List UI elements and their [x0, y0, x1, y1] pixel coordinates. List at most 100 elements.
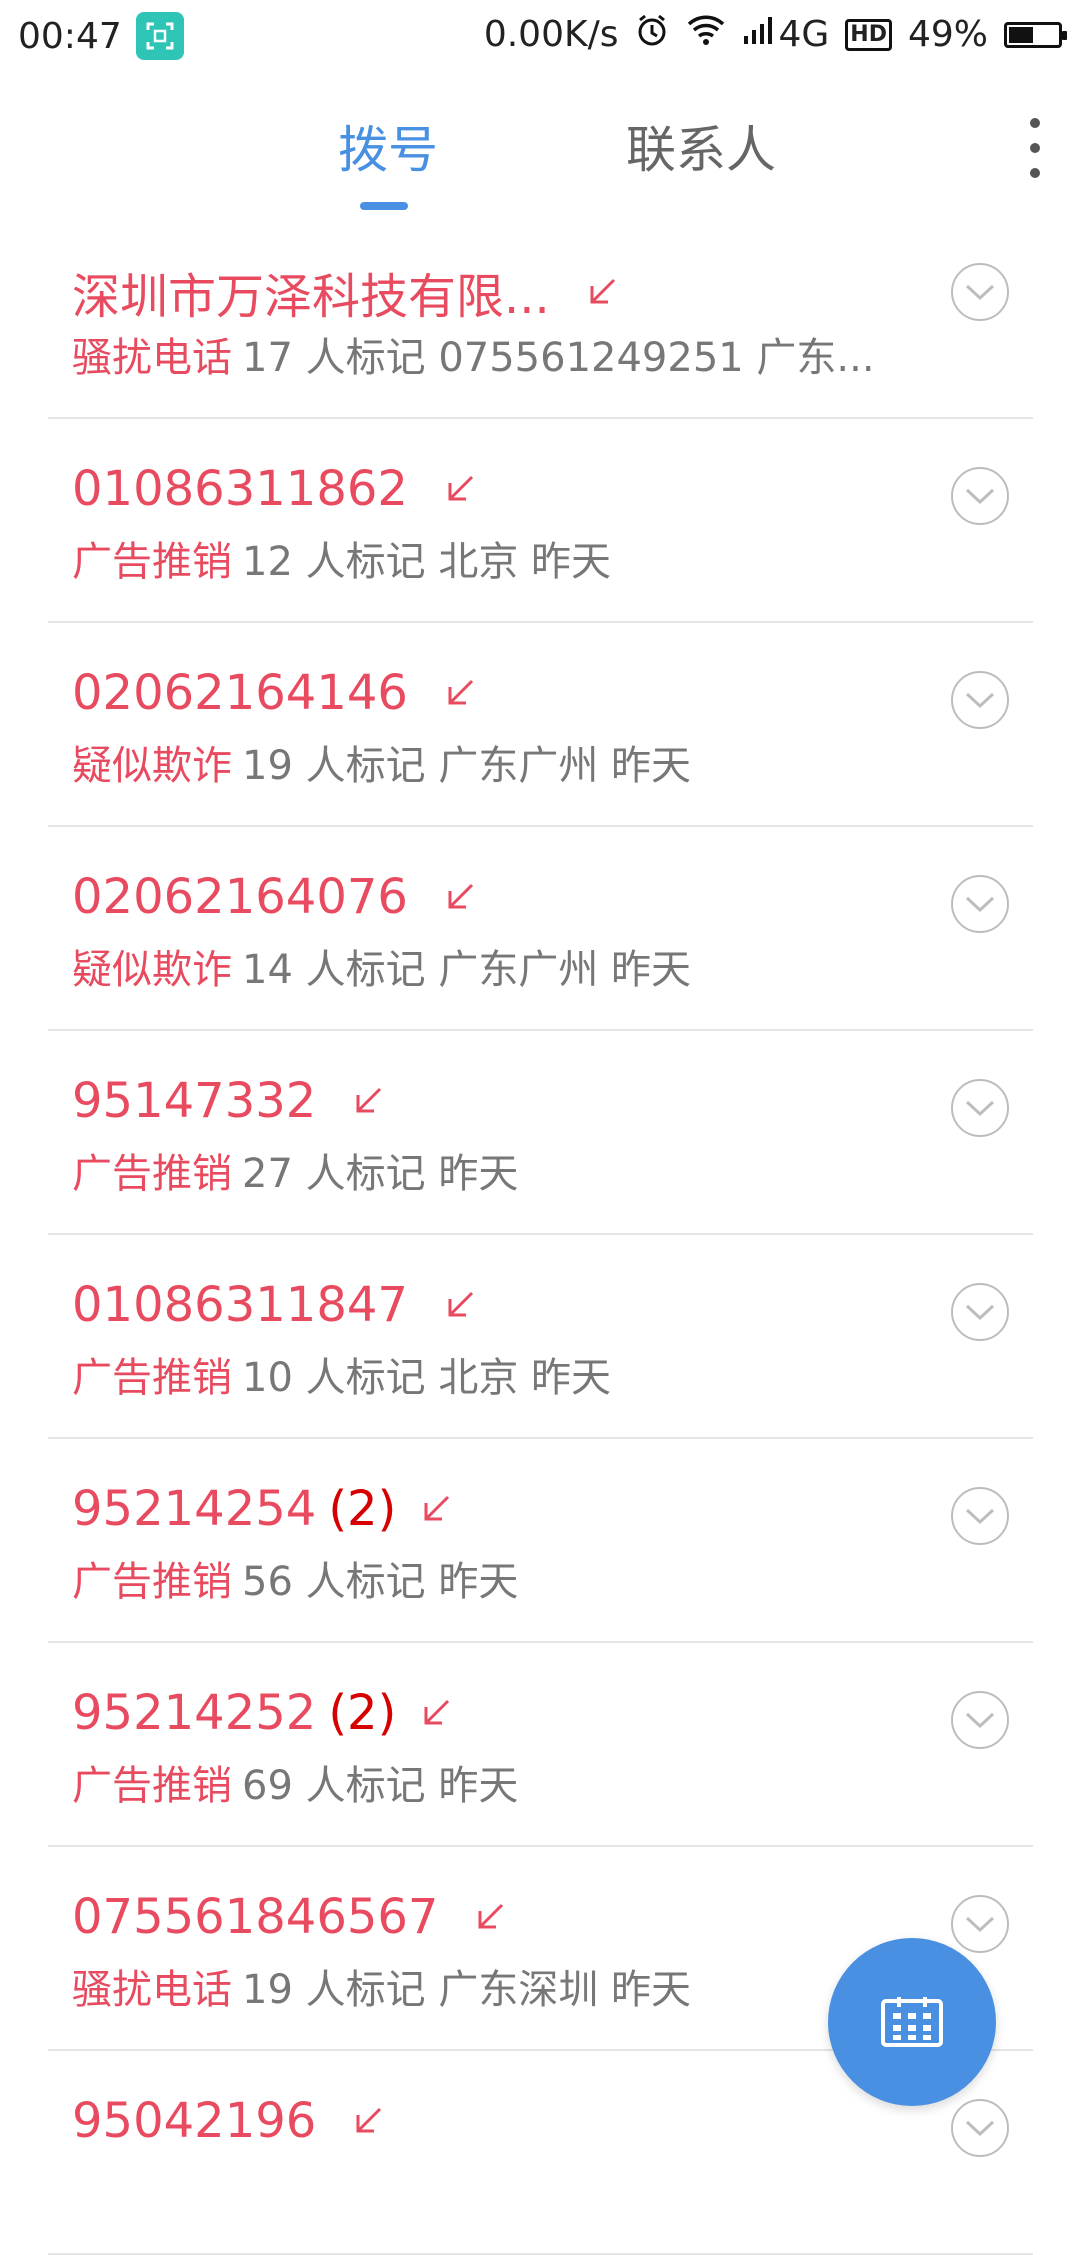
call-info: 56 人标记 昨天: [242, 1559, 519, 1605]
call-name: 01086311847: [72, 1277, 478, 1333]
wifi-icon: [686, 14, 726, 55]
battery-text: 49%: [907, 14, 988, 55]
call-name: 深圳市万泽科技有限...: [72, 257, 620, 327]
expand-button[interactable]: [951, 1283, 1009, 1341]
caller-number: 02062164146: [72, 665, 408, 721]
call-detail: 疑似欺诈 14 人标记 广东广州 昨天: [72, 937, 691, 995]
call-info: 17 人标记 075561249251 广东...: [242, 335, 875, 381]
call-log-row[interactable]: 95214254 (2) 广告推销 56 人标记 昨天: [48, 1439, 1033, 1643]
call-detail: 骚扰电话 19 人标记 广东深圳 昨天: [72, 1957, 691, 2015]
call-name: 075561846567: [72, 1889, 508, 1945]
missed-call-arrow-icon: [356, 1087, 382, 1113]
spam-tag: 疑似欺诈: [72, 743, 232, 789]
chevron-down-icon: [965, 896, 995, 913]
call-detail: 广告推销 27 人标记 昨天: [72, 1141, 518, 1199]
call-detail: 广告推销 10 人标记 北京 昨天: [72, 1345, 611, 1403]
tab-contacts[interactable]: 联系人: [626, 110, 776, 182]
call-detail: 疑似欺诈 19 人标记 广东广州 昨天: [72, 733, 691, 791]
status-right: 0.00K/s 4G HD 49%: [483, 12, 1067, 57]
expand-button[interactable]: [951, 671, 1009, 729]
call-log-row[interactable]: 95147332 广告推销 27 人标记 昨天: [48, 1031, 1033, 1235]
call-log-row[interactable]: 02062164076 疑似欺诈 14 人标记 广东广州 昨天: [48, 827, 1033, 1031]
spam-tag: 疑似欺诈: [72, 947, 232, 993]
missed-call-arrow-icon: [424, 1495, 450, 1521]
spam-tag: 骚扰电话: [72, 1967, 232, 2013]
call-count: (2): [328, 1685, 397, 1741]
status-bar: 00:47 0.00K/s 4G HD 49%: [0, 0, 1080, 72]
expand-button[interactable]: [951, 1691, 1009, 1749]
missed-call-arrow-icon: [590, 278, 615, 304]
spam-tag: 广告推销: [72, 1559, 232, 1605]
chevron-down-icon: [965, 284, 995, 301]
missed-call-arrow-icon: [478, 1903, 504, 1929]
tab-bar: 拨号 联系人: [0, 90, 1080, 220]
chevron-down-icon: [965, 1712, 995, 1729]
expand-button[interactable]: [951, 263, 1009, 321]
dialpad-icon: [881, 1997, 943, 2047]
spam-tag: 广告推销: [72, 1355, 232, 1401]
call-name: 95214254 (2): [72, 1481, 454, 1537]
call-info: 27 人标记 昨天: [242, 1151, 519, 1197]
caller-number: 075561846567: [72, 1889, 439, 1945]
expand-button[interactable]: [951, 1895, 1009, 1953]
chevron-down-icon: [965, 1100, 995, 1117]
signal-icon: [742, 14, 776, 55]
tab-indicator: [360, 202, 408, 210]
status-time: 00:47: [18, 15, 122, 57]
missed-call-arrow-icon: [448, 679, 473, 705]
call-log-row[interactable]: 01086311862 广告推销 12 人标记 北京 昨天: [48, 419, 1033, 623]
battery-icon: [1004, 21, 1067, 48]
expand-button[interactable]: [951, 2099, 1009, 2157]
expand-button[interactable]: [951, 467, 1009, 525]
dialpad-fab-button[interactable]: [828, 1938, 996, 2106]
call-detail: 广告推销 56 人标记 昨天: [72, 1549, 518, 1607]
caller-number: 95042196: [72, 2093, 317, 2149]
screenshot-icon: [135, 12, 184, 60]
call-log-row[interactable]: 01086311847 广告推销 10 人标记 北京 昨天: [48, 1235, 1033, 1439]
chevron-down-icon: [965, 692, 995, 709]
spam-tag: 骚扰电话: [72, 335, 232, 381]
caller-number: 95214254: [72, 1481, 317, 1537]
call-name: 95042196: [72, 2093, 386, 2149]
call-detail: 骚扰电话 17 人标记 075561249251 广东...: [72, 325, 875, 383]
call-info: 19 人标记 广东广州 昨天: [242, 743, 692, 789]
call-name: 02062164146: [72, 665, 478, 721]
battery-level: [1009, 26, 1033, 43]
expand-button[interactable]: [951, 1079, 1009, 1137]
call-detail: 广告推销 69 人标记 昨天: [72, 1753, 518, 1811]
chevron-down-icon: [965, 488, 995, 505]
caller-number: 95147332: [72, 1073, 317, 1129]
chevron-down-icon: [965, 2120, 995, 2137]
call-name: 95147332: [72, 1073, 386, 1129]
net-speed: 0.00K/s: [483, 14, 619, 55]
call-name: 95214252 (2): [72, 1685, 454, 1741]
expand-button[interactable]: [951, 1487, 1009, 1545]
call-detail: 广告推销 12 人标记 北京 昨天: [72, 529, 611, 587]
more-vertical-icon: [1030, 118, 1040, 128]
missed-call-arrow-icon: [448, 883, 473, 909]
call-info: 19 人标记 广东深圳 昨天: [242, 1967, 692, 2013]
spam-tag: 广告推销: [72, 1763, 232, 1809]
spam-tag: 广告推销: [72, 1151, 232, 1197]
hd-badge: HD: [845, 18, 892, 51]
call-info: 12 人标记 北京 昨天: [242, 539, 612, 585]
caller-number: 02062164076: [72, 869, 408, 925]
call-count: (2): [328, 1481, 397, 1537]
missed-call-arrow-icon: [448, 1291, 473, 1317]
tab-dial[interactable]: 拨号: [338, 110, 438, 182]
caller-number: 深圳市万泽科技有限...: [72, 269, 550, 325]
alarm-icon: [634, 12, 670, 57]
call-info: 10 人标记 北京 昨天: [242, 1355, 612, 1401]
caller-number: 95214252: [72, 1685, 317, 1741]
call-log-row[interactable]: 02062164146 疑似欺诈 19 人标记 广东广州 昨天: [48, 623, 1033, 827]
more-menu-button[interactable]: [1020, 118, 1050, 178]
chevron-down-icon: [965, 1508, 995, 1525]
expand-button[interactable]: [951, 875, 1009, 933]
chevron-down-icon: [965, 1304, 995, 1321]
caller-number: 01086311847: [72, 1277, 408, 1333]
call-log-row[interactable]: 深圳市万泽科技有限... 骚扰电话 17 人标记 075561249251 广东.…: [48, 215, 1033, 419]
call-info: 14 人标记 广东广州 昨天: [242, 947, 692, 993]
spam-tag: 广告推销: [72, 539, 232, 585]
call-log-row[interactable]: 95214252 (2) 广告推销 69 人标记 昨天: [48, 1643, 1033, 1847]
call-name: 02062164076: [72, 869, 478, 925]
